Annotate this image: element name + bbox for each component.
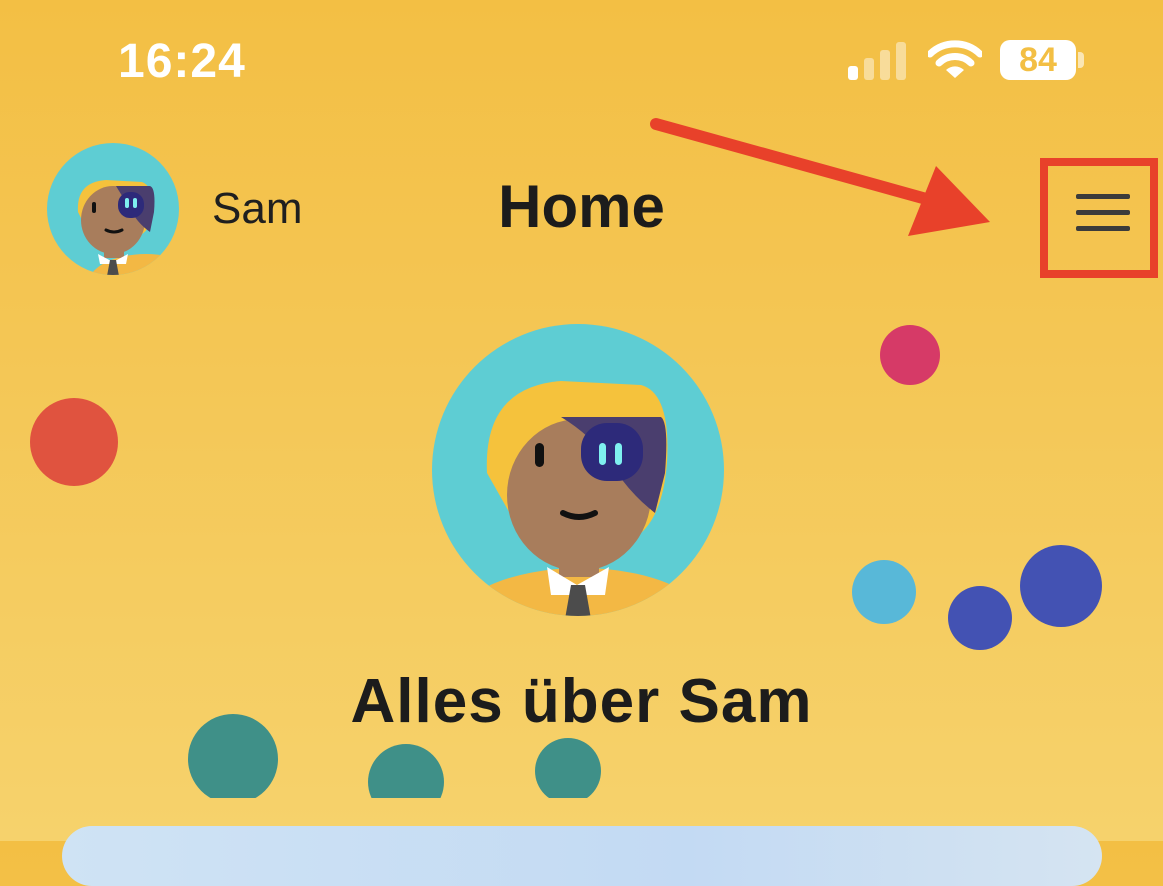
decorative-dot — [30, 398, 118, 486]
wifi-icon — [928, 40, 982, 78]
status-time: 16:24 — [118, 35, 246, 88]
profile-avatar — [432, 324, 724, 616]
decorative-dot — [880, 325, 940, 385]
annotation-arrow — [650, 118, 990, 236]
cellular-signal-icon — [848, 42, 908, 80]
battery-cap — [1078, 52, 1084, 68]
hamburger-menu-icon-bar — [1076, 226, 1130, 231]
decorative-dot — [368, 744, 444, 798]
battery-level: 84 — [1019, 40, 1057, 79]
decorative-dot — [948, 586, 1012, 650]
decorative-dot — [852, 560, 916, 624]
hamburger-menu-icon-bar — [1076, 210, 1130, 215]
decorative-dot — [188, 714, 278, 798]
decorative-dots-row — [0, 700, 1163, 798]
decorative-dot — [535, 738, 601, 798]
decorative-dot — [1020, 545, 1102, 627]
menu-button-highlight[interactable] — [1040, 158, 1158, 278]
hamburger-menu-icon — [1076, 194, 1130, 199]
battery-icon: 84 — [1000, 40, 1076, 80]
content-card[interactable] — [62, 826, 1102, 886]
